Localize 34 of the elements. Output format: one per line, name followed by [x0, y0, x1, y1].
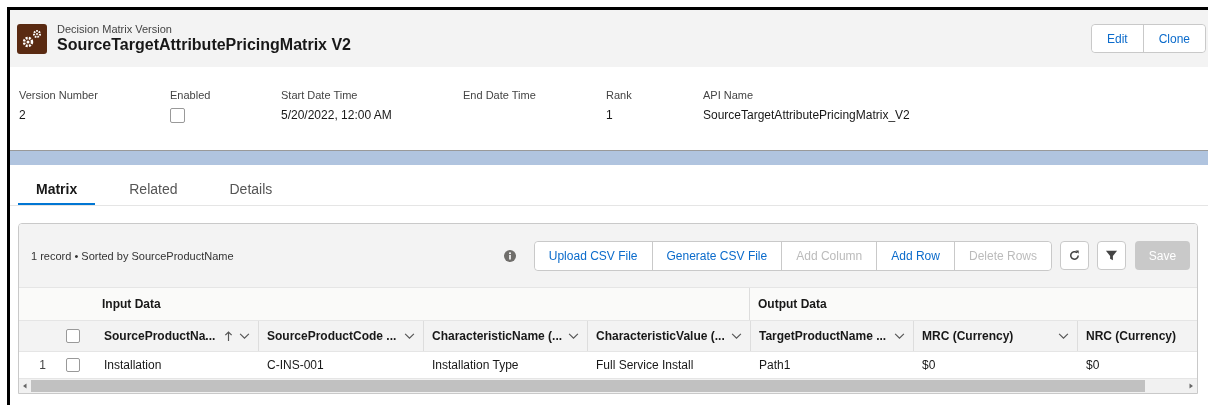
column-group-header: Output Data	[749, 288, 1197, 320]
table-cell-text: $0	[1085, 357, 1101, 374]
table-cell-text: Path1	[758, 357, 792, 374]
field-label: Start Date Time	[281, 89, 359, 101]
field-value: 2	[19, 108, 27, 122]
field-value: 1	[606, 108, 614, 122]
field-label: End Date Time	[463, 89, 537, 101]
tab[interactable]: Related	[111, 165, 196, 205]
table-cell-text: C-INS-001	[266, 357, 325, 374]
field-value: 5/20/2022, 12:00 AM	[281, 108, 393, 122]
table-cell-text: Installation	[103, 357, 163, 374]
column-header[interactable]: TargetProductName ...	[759, 329, 888, 343]
column-header[interactable]: SourceProductNa...	[104, 329, 218, 343]
row-number: 1	[38, 357, 47, 374]
tab[interactable]: Details	[211, 165, 291, 205]
tab[interactable]: Matrix	[18, 165, 96, 205]
field-label: Enabled	[170, 89, 212, 101]
column-header[interactable]: CharacteristicName (...	[432, 329, 563, 343]
field-label: Rank	[606, 89, 633, 101]
table-cell-text: Installation Type	[431, 357, 520, 374]
field-label: Version Number	[19, 89, 99, 101]
field-value: SourceTargetAttributePricingMatrix_V2	[703, 108, 910, 122]
column-header[interactable]: NRC (Currency)	[1086, 329, 1190, 343]
column-header[interactable]: SourceProductCode ...	[267, 329, 398, 343]
column-header[interactable]: CharacteristicValue (...	[596, 329, 725, 343]
record-title: SourceTargetAttributePricingMatrix V2	[57, 36, 351, 54]
field-label: API Name	[703, 89, 755, 101]
column-header[interactable]: MRC (Currency)	[922, 329, 1052, 343]
column-group-header: Input Data	[101, 296, 162, 313]
table-cell-text: Full Service Install	[595, 357, 695, 374]
action-button[interactable]: Clone	[1142, 25, 1205, 52]
table-cell-text: $0	[921, 357, 937, 374]
record-summary: 1 record • Sorted by SourceProductName	[31, 249, 234, 262]
object-type-label: Decision Matrix Version	[57, 23, 173, 35]
